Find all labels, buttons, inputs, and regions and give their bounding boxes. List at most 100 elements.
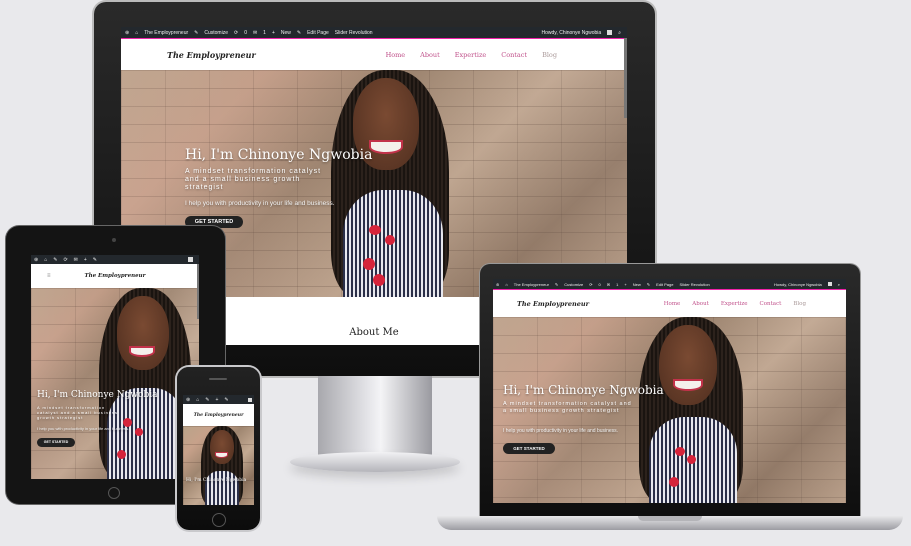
search-icon[interactable]: ⌕	[618, 30, 621, 36]
plus-icon: +	[215, 396, 219, 403]
admin-howdy[interactable]: Howdy, Chinonye Ngwobia	[774, 282, 822, 287]
admin-new[interactable]: New	[281, 30, 291, 36]
admin-new[interactable]: New	[633, 282, 641, 287]
wordpress-icon[interactable]: ⊛	[496, 282, 499, 287]
home-icon: ⌂	[505, 281, 508, 287]
site-logo[interactable]: The Employpreneur	[85, 273, 146, 279]
plus-icon: +	[624, 281, 627, 287]
hero-slider: Hi, I'm Chinonye Ngwobia A mindset trans…	[493, 317, 846, 503]
comments-icon[interactable]: ✉	[607, 282, 610, 287]
tablet-screen: ⊛ ⌂ ✎ ⟳ ✉ + ✎ ≡ The Employpreneur Hi, I'…	[31, 255, 199, 479]
admin-customize[interactable]: Customize	[204, 30, 228, 36]
site-logo[interactable]: The Employpreneur	[517, 300, 589, 308]
get-started-button[interactable]: GET STARTED	[37, 438, 75, 447]
wordpress-icon[interactable]: ⊛	[34, 257, 38, 263]
admin-site-name[interactable]: The Employpreneur	[144, 30, 188, 36]
pencil-icon: ✎	[92, 256, 97, 263]
brush-icon: ✎	[194, 29, 199, 36]
admin-slider[interactable]: Slider Revolution	[679, 282, 709, 287]
avatar[interactable]	[827, 282, 832, 286]
scrollbar[interactable]	[197, 264, 199, 319]
nav-about[interactable]: About	[420, 51, 440, 59]
monitor-base	[290, 452, 460, 472]
nav-home[interactable]: Home	[664, 301, 681, 307]
plus-icon: +	[83, 256, 87, 263]
updates-count: 0	[598, 281, 601, 287]
phone-speaker	[209, 378, 227, 380]
menu-icon[interactable]: ≡	[47, 273, 51, 279]
comments-count: 1	[616, 281, 619, 287]
hero-text: I help you with productivity in your lif…	[185, 200, 335, 207]
admin-bar: ⊛ ⌂ ✎ + ✎	[183, 395, 254, 404]
laptop-screen: ⊛ ⌂ The Employpreneur ✎ Customize ⟳ 0 ✉ …	[493, 279, 846, 503]
hero-subtitle: A mindset transformation catalyst and a …	[37, 405, 119, 420]
site-header: The Employpreneur Home About Expertize C…	[493, 289, 846, 318]
tablet-camera	[112, 238, 116, 242]
nav-about[interactable]: About	[692, 301, 709, 307]
updates-icon[interactable]: ⟳	[63, 257, 67, 263]
hero-slider: Hi, I'm Chinonye Ngwobia	[183, 426, 254, 505]
avatar[interactable]	[188, 257, 193, 262]
comments-icon[interactable]: ✉	[253, 30, 257, 36]
nav-contact[interactable]: Contact	[760, 301, 782, 307]
scrollbar[interactable]	[624, 38, 627, 118]
laptop-notch	[638, 516, 702, 521]
home-icon: ⌂	[44, 256, 48, 263]
admin-bar: ⊛ ⌂ The Employpreneur ✎ Customize ⟳ 0 ✉ …	[121, 27, 627, 38]
plus-icon: +	[271, 29, 275, 36]
search-icon[interactable]: ⌕	[838, 282, 840, 287]
brush-icon: ✎	[205, 396, 210, 403]
hero-text: I help you with productivity in your lif…	[503, 428, 619, 434]
phone-home-button[interactable]	[212, 513, 226, 527]
nav-contact[interactable]: Contact	[501, 51, 527, 59]
comments-count: 1	[263, 29, 266, 36]
admin-edit-page[interactable]: Edit Page	[307, 30, 329, 36]
hero-title: Hi, I'm Chinonye Ngwobia	[186, 478, 247, 483]
site-header: The Employpreneur Home About Expertize C…	[121, 38, 627, 71]
main-nav: Home About Expertize Contact Blog	[664, 301, 806, 307]
pencil-icon: ✎	[296, 29, 302, 36]
hero-title: Hi, I'm Chinonye Ngwobia	[503, 383, 664, 397]
phone-screen: ⊛ ⌂ ✎ + ✎ The Employpreneur Hi, I'm Chin…	[183, 395, 254, 505]
admin-bar: ⊛ ⌂ The Employpreneur ✎ Customize ⟳ 0 ✉ …	[493, 279, 846, 289]
updates-icon[interactable]: ⟳	[589, 282, 592, 287]
monitor-neck	[318, 376, 432, 456]
hero-photo	[197, 426, 247, 505]
site-logo[interactable]: The Employpreneur	[194, 413, 244, 418]
updates-icon[interactable]: ⟳	[234, 30, 238, 36]
nav-expertize[interactable]: Expertize	[721, 301, 748, 307]
hero-photo	[623, 317, 753, 503]
hero-slider: Hi, I'm Chinonye Ngwobia A mindset trans…	[31, 288, 199, 479]
wordpress-icon[interactable]: ⊛	[186, 397, 190, 403]
pencil-icon: ✎	[646, 281, 651, 287]
nav-blog[interactable]: Blog	[793, 301, 806, 307]
main-nav: Home About Expertize Contact Blog	[386, 51, 557, 59]
nav-expertize[interactable]: Expertize	[455, 51, 487, 59]
comments-icon[interactable]: ✉	[74, 257, 78, 263]
pencil-icon: ✎	[224, 396, 229, 403]
admin-customize[interactable]: Customize	[564, 282, 583, 287]
admin-bar: ⊛ ⌂ ✎ ⟳ ✉ + ✎	[31, 255, 199, 264]
hero-subtitle: A mindset transformation catalyst and a …	[503, 401, 632, 414]
tablet-home-button[interactable]	[108, 487, 120, 499]
site-logo[interactable]: The Employpreneur	[167, 50, 256, 60]
nav-home[interactable]: Home	[386, 51, 406, 59]
hero-title: Hi, I'm Chinonye Ngwobia	[37, 390, 158, 400]
hero-text: I help you with productivity in your lif…	[37, 426, 130, 431]
site-header: ≡ The Employpreneur	[31, 264, 199, 288]
get-started-button[interactable]: GET STARTED	[503, 443, 555, 454]
brush-icon: ✎	[554, 281, 559, 287]
brush-icon: ✎	[53, 256, 58, 263]
admin-slider[interactable]: Slider Revolution	[335, 30, 373, 36]
updates-count: 0	[244, 29, 247, 36]
home-icon: ⌂	[196, 396, 200, 403]
home-icon: ⌂	[135, 29, 139, 36]
admin-site-name[interactable]: The Employpreneur	[514, 282, 549, 287]
wordpress-icon[interactable]: ⊛	[125, 30, 129, 36]
avatar[interactable]	[607, 30, 613, 35]
admin-edit-page[interactable]: Edit Page	[656, 282, 673, 287]
site-header: The Employpreneur	[183, 404, 254, 426]
admin-howdy[interactable]: Howdy, Chinonye Ngwobia	[542, 30, 602, 36]
avatar[interactable]	[248, 397, 252, 402]
nav-blog[interactable]: Blog	[542, 51, 557, 59]
